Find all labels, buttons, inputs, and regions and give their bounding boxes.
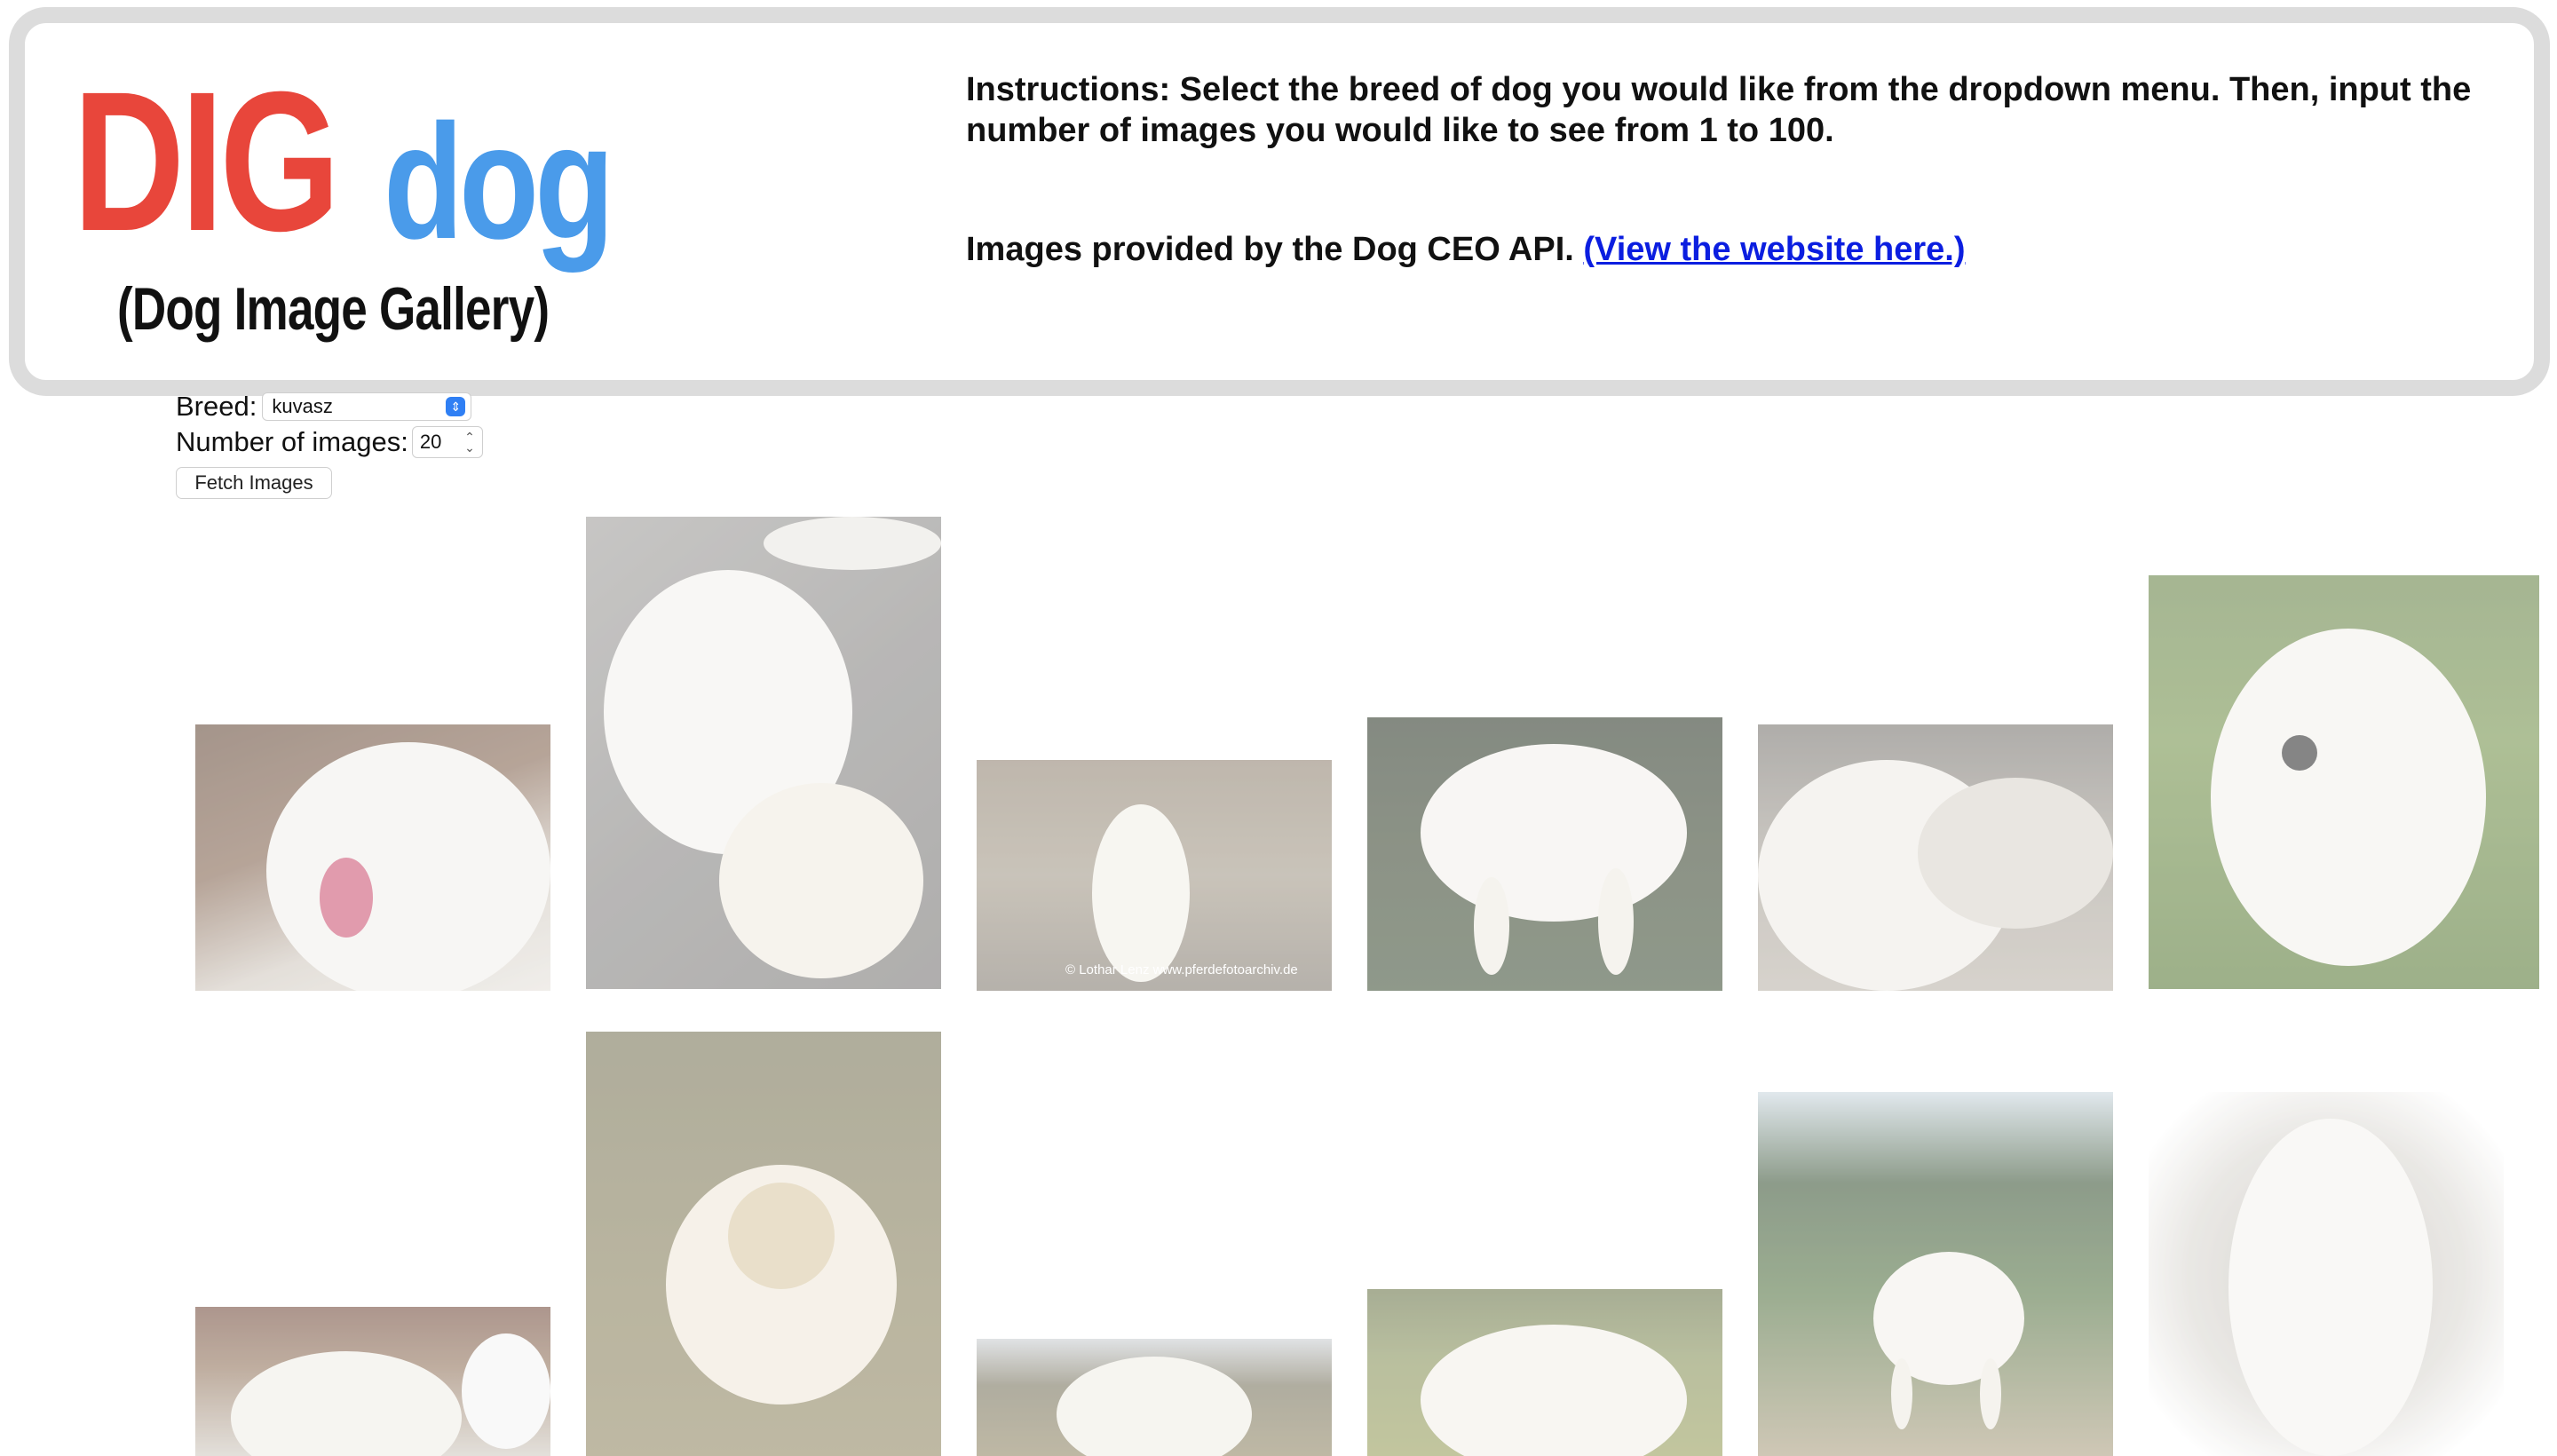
dog-image	[195, 1307, 550, 1456]
credit-text: Images provided by the Dog CEO API. (Vie…	[966, 229, 2529, 270]
header-panel: DIG dog (Dog Image Gallery) Instructions…	[9, 7, 2550, 396]
dog-image	[1758, 1092, 2113, 1456]
image-count-input[interactable]: 20 ⌃ ⌄	[411, 426, 483, 458]
dog-image	[2149, 1092, 2504, 1456]
dog-image	[2149, 575, 2539, 989]
dog-image	[586, 1032, 941, 1456]
digdog-logo: DIG dog (Dog Image Gallery)	[62, 53, 648, 346]
breed-label: Breed:	[176, 391, 257, 422]
controls-form: Breed: kuvasz ⇕ Number of images: 20 ⌃ ⌄ …	[176, 389, 483, 499]
instructions-text: Instructions: Select the breed of dog yo…	[966, 71, 2472, 149]
dog-image	[1758, 724, 2113, 991]
breed-select-value: kuvasz	[272, 395, 333, 417]
logo-dig-text: DIG	[73, 51, 340, 273]
count-label: Number of images:	[176, 426, 408, 457]
dog-image: © Lothar Lenz www.pferdefotoarchiv.de	[977, 760, 1332, 991]
image-photo-credit: © Lothar Lenz www.pferdefotoarchiv.de	[1065, 962, 1298, 977]
count-row: Number of images: 20 ⌃ ⌄	[176, 424, 483, 460]
breed-select[interactable]: kuvasz ⇕	[262, 392, 472, 421]
dog-image	[977, 1339, 1332, 1456]
breed-row: Breed: kuvasz ⇕	[176, 389, 483, 424]
dog-image	[1367, 1289, 1722, 1456]
dog-ceo-website-link[interactable]: (View the website here.)	[1583, 231, 1965, 268]
logo-subtitle: (Dog Image Gallery)	[117, 275, 550, 343]
dog-image	[1367, 717, 1722, 991]
fetch-images-button[interactable]: Fetch Images	[176, 467, 332, 499]
credit-label: Images provided by the Dog CEO API.	[966, 231, 1574, 268]
image-count-value: 20	[419, 431, 442, 453]
logo-dog-text: dog	[384, 90, 614, 273]
dog-image	[195, 724, 550, 991]
select-updown-icon: ⇕	[446, 397, 466, 416]
spinner-icon[interactable]: ⌃ ⌄	[464, 431, 475, 454]
dog-image	[586, 517, 941, 989]
